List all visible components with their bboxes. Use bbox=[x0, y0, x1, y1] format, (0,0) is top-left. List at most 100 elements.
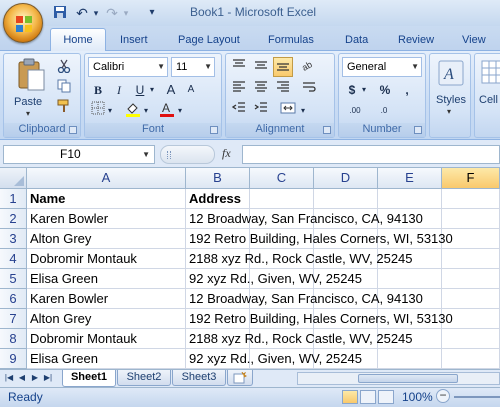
grow-font-button[interactable]: A bbox=[161, 79, 181, 99]
clipboard-dialog-launcher[interactable] bbox=[69, 126, 77, 134]
cell-b[interactable]: 12 Broadway, San Francisco, CA, 94130 bbox=[186, 289, 423, 309]
align-left-icon[interactable] bbox=[229, 79, 249, 99]
tab-review[interactable]: Review bbox=[398, 30, 434, 50]
comma-button[interactable]: , bbox=[397, 79, 417, 99]
tab-view[interactable]: View bbox=[462, 30, 486, 50]
paste-button[interactable]: Paste ▾ bbox=[10, 58, 50, 118]
row-header[interactable]: 6 bbox=[0, 289, 27, 309]
normal-view-icon[interactable] bbox=[342, 390, 358, 404]
cell-a[interactable]: Karen Bowler bbox=[27, 289, 186, 309]
tab-formulas[interactable]: Formulas bbox=[268, 30, 314, 50]
cell-b[interactable]: 92 xyz Rd., Given, WV, 25245 bbox=[186, 269, 362, 289]
formula-input[interactable] bbox=[242, 145, 500, 164]
font-color-dropdown-icon[interactable]: ▾ bbox=[175, 100, 185, 120]
bold-button[interactable]: B bbox=[88, 79, 108, 99]
zoom-slider[interactable] bbox=[454, 396, 500, 398]
copy-icon[interactable] bbox=[54, 78, 74, 98]
row-header[interactable]: 4 bbox=[0, 249, 27, 269]
tab-home[interactable]: Home bbox=[50, 28, 106, 51]
align-right-icon[interactable] bbox=[273, 79, 293, 99]
undo-dropdown-icon[interactable]: ▾ bbox=[88, 5, 104, 21]
cell-b[interactable]: 192 Retro Building, Hales Corners, WI, 5… bbox=[186, 309, 453, 329]
cell[interactable] bbox=[378, 189, 442, 209]
redo-dropdown-icon[interactable]: ▾ bbox=[118, 5, 134, 21]
name-box-dropdown-icon[interactable]: ▼ bbox=[142, 146, 150, 163]
merge-dropdown-icon[interactable]: ▾ bbox=[298, 100, 308, 120]
fill-color-dropdown-icon[interactable]: ▾ bbox=[141, 100, 151, 120]
italic-button[interactable]: I bbox=[109, 79, 129, 99]
decrease-indent-icon[interactable] bbox=[229, 100, 249, 120]
row-header[interactable]: 2 bbox=[0, 209, 27, 229]
cell[interactable] bbox=[250, 189, 314, 209]
cell-a[interactable]: Dobromir Montauk bbox=[27, 249, 186, 269]
underline-dropdown-icon[interactable]: ▾ bbox=[147, 79, 157, 99]
number-dialog-launcher[interactable] bbox=[414, 126, 422, 134]
cell[interactable] bbox=[442, 269, 500, 289]
cells-group[interactable]: Cell bbox=[474, 53, 500, 138]
cell-b[interactable]: 12 Broadway, San Francisco, CA, 94130 bbox=[186, 209, 423, 229]
cell-b[interactable]: Address bbox=[186, 189, 250, 209]
page-layout-view-icon[interactable] bbox=[360, 390, 376, 404]
tab-data[interactable]: Data bbox=[345, 30, 368, 50]
zoom-level[interactable]: 100% bbox=[402, 390, 433, 404]
cell-a[interactable]: Karen Bowler bbox=[27, 209, 186, 229]
cell[interactable] bbox=[442, 329, 500, 349]
cell-b[interactable]: 192 Retro Building, Hales Corners, WI, 5… bbox=[186, 229, 453, 249]
cell[interactable] bbox=[442, 289, 500, 309]
paste-dropdown-icon[interactable]: ▾ bbox=[26, 109, 30, 118]
prev-sheet-icon[interactable]: ◀ bbox=[16, 371, 28, 385]
cell-b[interactable]: 2188 xyz Rd., Rock Castle, WV, 25245 bbox=[186, 329, 413, 349]
name-box[interactable]: F10 ▼ bbox=[3, 145, 155, 164]
currency-dropdown-icon[interactable]: ▾ bbox=[359, 79, 369, 99]
orientation-icon[interactable]: ab bbox=[299, 57, 319, 77]
cut-icon[interactable] bbox=[54, 58, 74, 78]
tab-page-layout[interactable]: Page Layout bbox=[178, 30, 240, 50]
zoom-out-icon[interactable]: − bbox=[436, 389, 450, 403]
cell-a[interactable]: Dobromir Montauk bbox=[27, 329, 186, 349]
insert-function-button[interactable]: fx bbox=[222, 146, 231, 161]
wrap-text-icon[interactable] bbox=[299, 79, 319, 99]
merge-center-icon[interactable] bbox=[278, 100, 298, 120]
increase-indent-icon[interactable] bbox=[251, 100, 271, 120]
cell-a[interactable]: Alton Grey bbox=[27, 309, 186, 329]
cell[interactable] bbox=[378, 349, 442, 369]
cell-b[interactable]: 2188 xyz Rd., Rock Castle, WV, 25245 bbox=[186, 249, 413, 269]
office-button[interactable] bbox=[3, 3, 43, 43]
align-top-icon[interactable] bbox=[229, 57, 249, 77]
next-sheet-icon[interactable]: ▶ bbox=[29, 371, 41, 385]
row-header[interactable]: 9 bbox=[0, 349, 27, 369]
percent-button[interactable]: % bbox=[375, 79, 395, 99]
alignment-dialog-launcher[interactable] bbox=[323, 126, 331, 134]
sheet-tab-sheet2[interactable]: Sheet2 bbox=[117, 370, 171, 386]
row-header[interactable]: 1 bbox=[0, 189, 27, 209]
font-dialog-launcher[interactable] bbox=[210, 126, 218, 134]
row-header[interactable]: 3 bbox=[0, 229, 27, 249]
align-bottom-icon[interactable] bbox=[273, 57, 293, 77]
styles-group[interactable]: A Styles ▾ bbox=[429, 53, 471, 138]
column-header-d[interactable]: D bbox=[314, 168, 378, 189]
tab-insert[interactable]: Insert bbox=[120, 30, 148, 50]
row-header[interactable]: 8 bbox=[0, 329, 27, 349]
align-center-icon[interactable] bbox=[251, 79, 271, 99]
number-format-combo[interactable]: General ▼ bbox=[342, 57, 422, 77]
cell-a[interactable]: Elisa Green bbox=[27, 269, 186, 289]
column-header-f[interactable]: F bbox=[442, 168, 500, 189]
row-header[interactable]: 7 bbox=[0, 309, 27, 329]
sheet-tab-sheet1[interactable]: Sheet1 bbox=[62, 370, 116, 387]
cell[interactable] bbox=[314, 189, 378, 209]
cell-a[interactable]: Alton Grey bbox=[27, 229, 186, 249]
column-header-a[interactable]: A bbox=[27, 168, 186, 189]
borders-dropdown-icon[interactable]: ▾ bbox=[105, 100, 115, 120]
font-size-combo[interactable]: 11 ▼ bbox=[171, 57, 215, 77]
page-break-view-icon[interactable] bbox=[378, 390, 394, 404]
formula-bar-splitter[interactable] bbox=[160, 145, 215, 164]
fill-color-icon[interactable] bbox=[123, 100, 143, 120]
column-header-b[interactable]: B bbox=[186, 168, 250, 189]
cell-a[interactable]: Name bbox=[27, 189, 186, 209]
cell[interactable] bbox=[442, 209, 500, 229]
column-header-c[interactable]: C bbox=[250, 168, 314, 189]
decrease-decimal-button[interactable]: .0 bbox=[371, 100, 397, 120]
select-all-corner[interactable] bbox=[0, 168, 27, 189]
align-middle-icon[interactable] bbox=[251, 57, 271, 77]
horizontal-scrollbar[interactable] bbox=[297, 372, 500, 385]
